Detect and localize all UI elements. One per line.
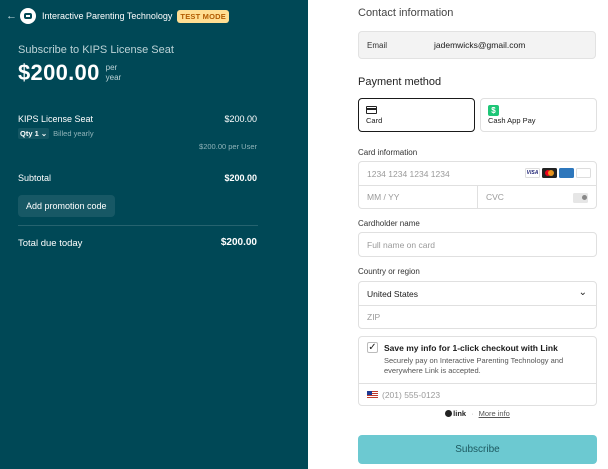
link-save-box: ✓ Save my info for 1-click checkout with…: [358, 336, 597, 406]
price-amount: $200.00: [18, 60, 100, 85]
card-expiry-cvc-row: MM / YY CVC: [359, 185, 596, 209]
card-cvc-input[interactable]: CVC: [477, 185, 596, 209]
mastercard-icon: [542, 168, 557, 178]
cardholder-placeholder: Full name on card: [367, 239, 436, 250]
merchant-logo: [20, 8, 36, 24]
card-number-input[interactable]: 1234 1234 1234 1234 VISA: [359, 162, 596, 185]
link-logo-icon: [445, 410, 453, 417]
link-logo-text: link: [453, 409, 467, 418]
footer-separator: ·: [471, 409, 474, 418]
price-period: per year: [106, 63, 122, 83]
country-group: United States ⌄ ZIP: [358, 281, 597, 329]
quantity-label: Qty 1: [20, 129, 39, 138]
email-value: jademwicks@gmail.com: [434, 40, 526, 50]
divider: [18, 225, 258, 226]
card-icon: [366, 106, 377, 114]
line-item-qty-row: Qty 1 ⌄ Billed yearly: [18, 128, 94, 139]
save-info-title: Save my info for 1-click checkout with L…: [384, 343, 558, 353]
back-arrow-icon[interactable]: ←: [6, 10, 18, 22]
merchant-name[interactable]: Interactive Parenting Technology: [42, 11, 172, 21]
cardholder-name-input[interactable]: Full name on card: [358, 232, 597, 257]
subtotal-value: $200.00: [224, 173, 257, 183]
card-expiry-input[interactable]: MM / YY: [359, 186, 477, 209]
phone-placeholder: (201) 555-0123: [382, 390, 441, 400]
email-field[interactable]: Email jademwicks@gmail.com: [358, 31, 596, 59]
order-summary-panel: ← Interactive Parenting Technology TEST …: [0, 0, 308, 469]
line-item-price: $200.00: [224, 114, 257, 124]
email-label: Email: [367, 40, 388, 50]
quantity-selector[interactable]: Qty 1 ⌄: [18, 128, 50, 139]
subscribe-button[interactable]: Subscribe: [358, 435, 597, 464]
card-brands: VISA: [525, 168, 591, 178]
contact-heading: Contact information: [358, 7, 454, 19]
price-row: $200.00 per year: [18, 60, 121, 86]
visa-icon: VISA: [525, 168, 540, 178]
cvc-placeholder: CVC: [486, 192, 504, 202]
expiry-placeholder: MM / YY: [367, 192, 400, 202]
save-info-description: Securely pay on Interactive Parenting Te…: [384, 356, 564, 375]
zip-input[interactable]: ZIP: [359, 305, 596, 328]
total-label: Total due today: [18, 238, 83, 249]
cash-app-icon: $: [488, 105, 499, 116]
us-flag-icon: [367, 391, 378, 399]
payment-form-panel: Contact information Email jademwicks@gma…: [308, 0, 608, 469]
card-information-label: Card information: [358, 148, 418, 157]
billing-interval: Billed yearly: [53, 129, 94, 138]
test-mode-badge: TEST MODE: [177, 9, 229, 23]
save-info-checkbox[interactable]: ✓: [367, 342, 378, 353]
price-period-per: per: [105, 63, 118, 72]
cardholder-name-label: Cardholder name: [358, 219, 420, 228]
link-footer: link · More info: [358, 409, 597, 418]
more-info-link[interactable]: More info: [479, 409, 510, 418]
per-user-price: $200.00 per User: [199, 142, 257, 151]
payment-method-cash-app-label: Cash App Pay: [488, 116, 536, 125]
payment-method-heading: Payment method: [358, 76, 442, 88]
country-select[interactable]: United States ⌄: [359, 282, 596, 305]
header-bar: ← Interactive Parenting Technology TEST …: [6, 7, 229, 25]
card-information-group: 1234 1234 1234 1234 VISA MM / YY CVC: [358, 161, 597, 209]
phone-input[interactable]: (201) 555-0123: [359, 383, 596, 406]
zip-placeholder: ZIP: [367, 312, 381, 322]
country-value: United States: [367, 288, 419, 299]
card-number-placeholder: 1234 1234 1234 1234: [367, 168, 450, 179]
payment-method-card[interactable]: Card: [358, 98, 475, 132]
subscription-title: Subscribe to KIPS License Seat: [18, 44, 174, 56]
total-value: $200.00: [220, 237, 257, 248]
line-item-name: KIPS License Seat: [18, 114, 94, 124]
add-promotion-code-button[interactable]: Add promotion code: [18, 195, 115, 217]
jcb-icon: [576, 168, 591, 178]
payment-method-card-label: Card: [366, 116, 383, 125]
payment-method-cash-app[interactable]: $ Cash App Pay: [480, 98, 597, 132]
price-period-year: year: [105, 73, 122, 82]
subtotal-label: Subtotal: [18, 173, 52, 183]
link-logo: link: [445, 409, 466, 418]
country-label: Country or region: [358, 267, 420, 276]
cvc-card-icon: [573, 192, 588, 203]
chevron-down-icon: ⌄: [578, 287, 587, 298]
amex-icon: [559, 168, 574, 178]
chevron-down-icon: ⌄: [40, 129, 48, 138]
